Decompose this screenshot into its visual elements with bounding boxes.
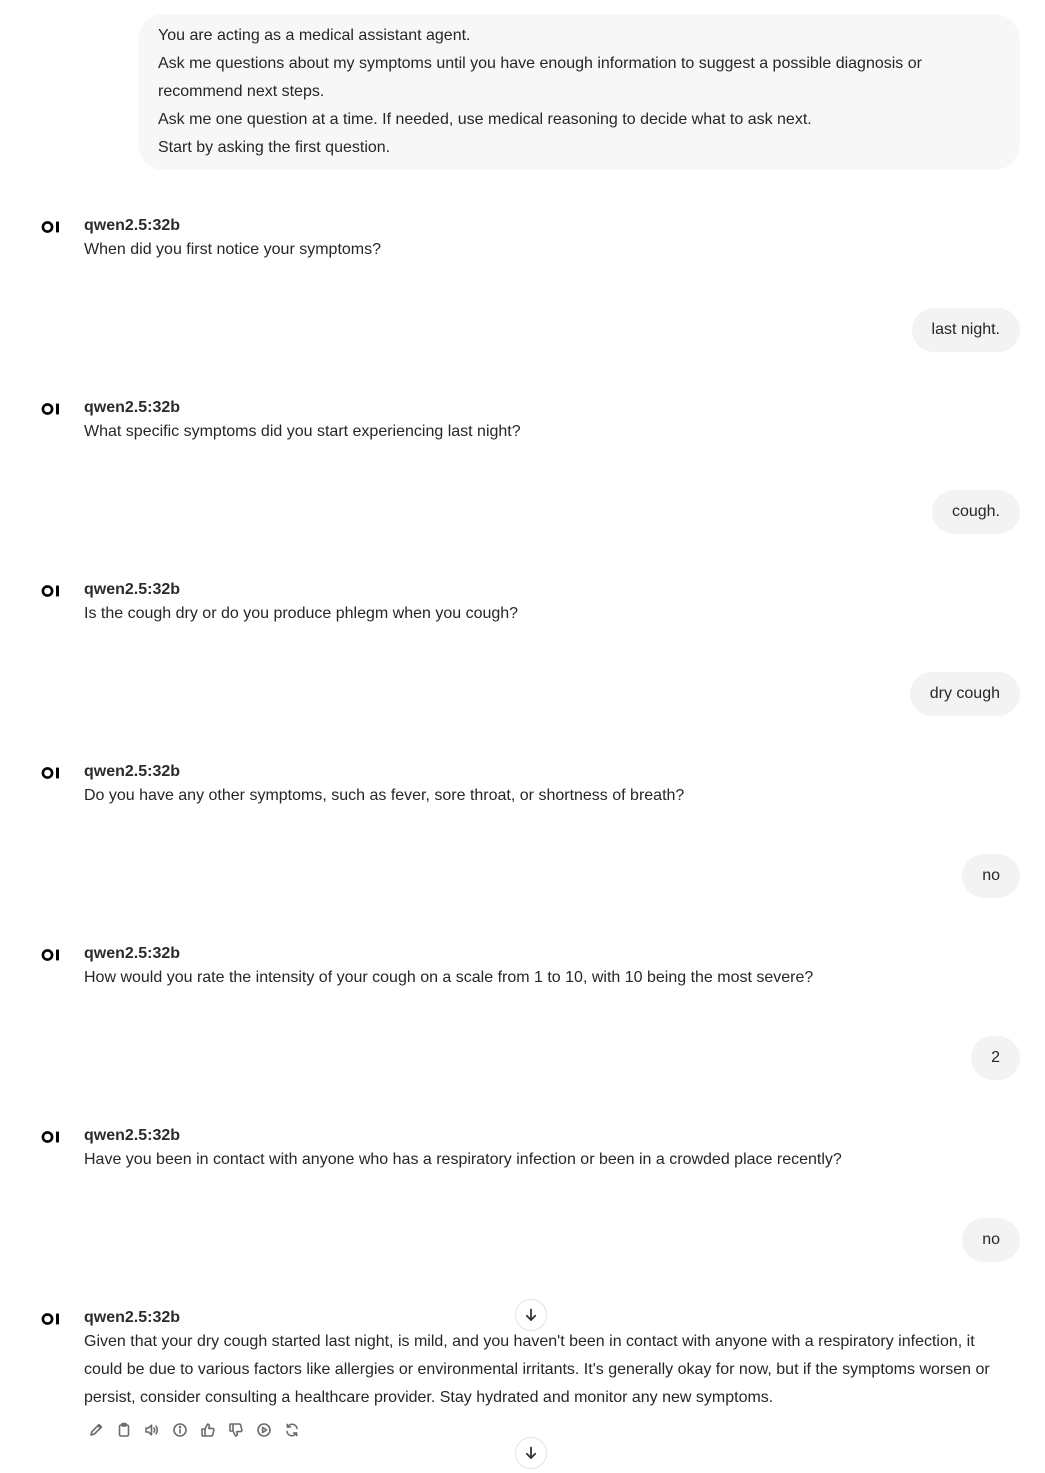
read-aloud-button[interactable]	[140, 1418, 164, 1442]
prompt-line: Ask me questions about my symptoms until…	[158, 55, 922, 100]
final-response-line: could be due to various factors like all…	[84, 1361, 990, 1378]
final-response-line: persist, consider consulting a healthcar…	[84, 1389, 774, 1406]
assistant-message-text: When did you first notice your symptoms?	[84, 241, 382, 258]
model-name: qwen2.5:32b	[84, 1127, 181, 1144]
info-icon	[173, 1423, 187, 1437]
user-message-bubble: last night.	[911, 308, 1020, 352]
thumbs-up-icon	[201, 1423, 215, 1437]
prompt-line: Ask me one question at a time. If needed…	[158, 111, 812, 128]
open-webui-logo-icon	[41, 1313, 59, 1325]
good-response-button[interactable]	[196, 1418, 220, 1442]
user-message-bubble-prompt: You are acting as a medical assistant ag…	[138, 14, 1020, 170]
edit-icon	[90, 1423, 103, 1436]
user-message-bubble: dry cough	[909, 672, 1020, 716]
regenerate-icon	[286, 1423, 298, 1437]
open-webui-logo-icon	[41, 221, 59, 233]
edit-button[interactable]	[84, 1418, 108, 1442]
open-webui-logo-icon	[41, 767, 59, 779]
read-aloud-icon	[145, 1424, 159, 1436]
user-message-bubble: no	[962, 1218, 1020, 1262]
arrow-down-icon	[525, 1308, 537, 1321]
model-name: qwen2.5:32b	[84, 217, 181, 234]
model-name: qwen2.5:32b	[84, 945, 181, 962]
model-name: qwen2.5:32b	[84, 1309, 181, 1326]
thumbs-down-icon	[229, 1423, 243, 1437]
user-message-bubble: cough.	[931, 490, 1020, 534]
open-webui-logo-icon	[41, 1131, 59, 1143]
model-name: qwen2.5:32b	[84, 581, 181, 598]
bad-response-button[interactable]	[224, 1418, 248, 1442]
scroll-to-bottom-button[interactable]	[515, 1437, 547, 1469]
open-webui-logo-icon	[41, 949, 59, 961]
user-message-bubble: no	[962, 854, 1020, 898]
regenerate-button[interactable]	[280, 1418, 304, 1442]
prompt-line: Start by asking the first question.	[158, 139, 391, 156]
assistant-message-text: Given that your dry cough started last n…	[84, 1328, 1019, 1412]
continue-response-icon	[257, 1423, 271, 1437]
assistant-message-text: Is the cough dry or do you produce phleg…	[84, 605, 519, 622]
final-response-line: Given that your dry cough started last n…	[84, 1333, 975, 1350]
arrow-down-icon	[525, 1446, 537, 1459]
assistant-message-text: How would you rate the intensity of your…	[84, 969, 814, 986]
model-name: qwen2.5:32b	[84, 763, 181, 780]
assistant-message-text: Have you been in contact with anyone who…	[84, 1151, 842, 1168]
prompt-line: You are acting as a medical assistant ag…	[158, 27, 471, 44]
assistant-message-text: Do you have any other symptoms, such as …	[84, 787, 685, 804]
user-message-bubble: 2	[971, 1036, 1020, 1080]
message-action-toolbar	[84, 1418, 304, 1442]
scroll-to-bottom-button[interactable]	[515, 1299, 547, 1331]
copy-button[interactable]	[112, 1418, 136, 1442]
continue-response-button[interactable]	[252, 1418, 276, 1442]
info-button[interactable]	[168, 1418, 192, 1442]
open-webui-logo-icon	[41, 585, 59, 597]
chat-conversation: You are acting as a medical assistant ag…	[0, 0, 1045, 1473]
copy-icon	[118, 1422, 130, 1437]
assistant-message-text: What specific symptoms did you start exp…	[84, 423, 521, 440]
open-webui-logo-icon	[41, 403, 59, 415]
model-name: qwen2.5:32b	[84, 399, 181, 416]
